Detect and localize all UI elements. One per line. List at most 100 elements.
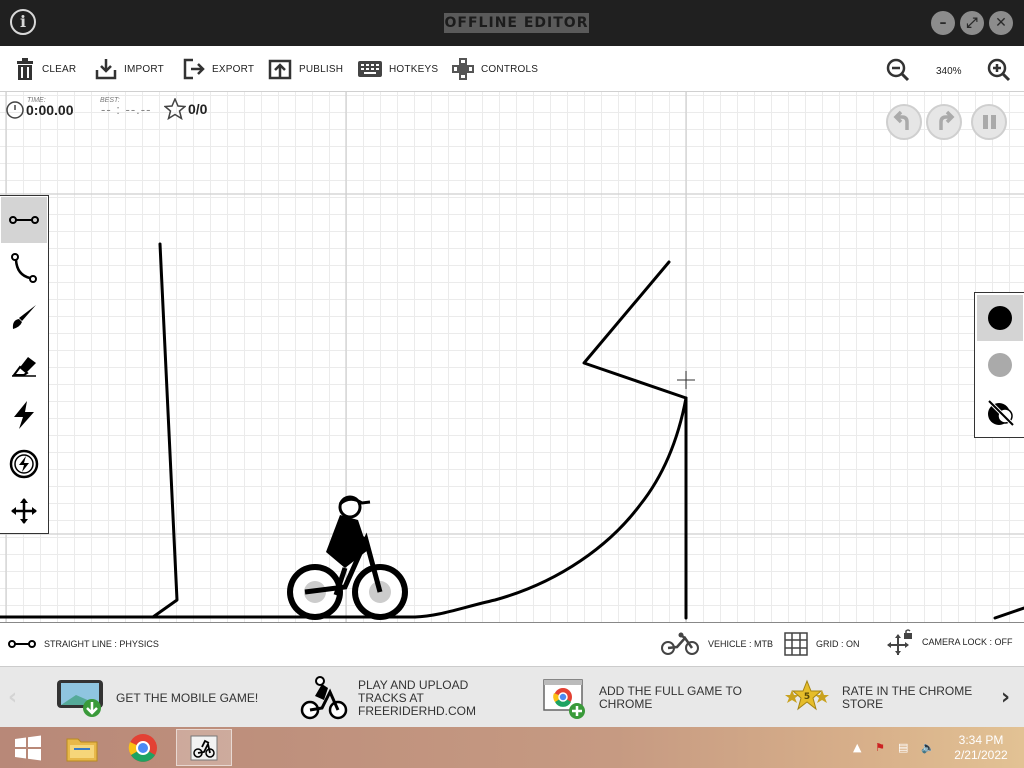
file-explorer-button[interactable] — [54, 729, 110, 766]
title-bar: i OFFLINE EDITOR – ⤢ ✕ — [0, 0, 1024, 46]
vehicle-label: VEHICLE : MTB — [708, 639, 774, 649]
promo-prev-icon[interactable]: ‹ — [8, 685, 17, 710]
toggle-lines-icon — [987, 399, 1014, 426]
zoom-out-icon[interactable] — [886, 58, 910, 82]
network-icon[interactable]: ▤ — [898, 741, 908, 754]
import-icon — [95, 59, 117, 80]
track-canvas[interactable] — [0, 92, 1024, 622]
star-icon — [164, 98, 186, 120]
chrome-icon — [543, 679, 585, 719]
promo-freerider[interactable]: PLAY AND UPLOAD TRACKS AT FREERIDERHD.CO… — [300, 675, 508, 721]
maximize-button[interactable]: ⤢ — [960, 11, 984, 35]
crosshair-cursor — [677, 371, 695, 389]
promo-next-icon[interactable]: › — [1001, 685, 1010, 710]
export-label: EXPORT — [212, 63, 255, 75]
move-tool[interactable] — [1, 488, 47, 534]
close-icon: ✕ — [995, 15, 1007, 31]
export-button[interactable]: EXPORT — [183, 57, 254, 81]
controls-label: CONTROLS — [481, 63, 539, 75]
stopwatch-icon — [6, 101, 24, 119]
curve-tool[interactable] — [1, 245, 47, 291]
best-value: -- : --.-- — [101, 102, 152, 117]
hotkeys-label: HOTKEYS — [389, 63, 439, 75]
zoom-level: 340% — [936, 66, 962, 77]
powerup-icon — [14, 401, 34, 429]
grid-button[interactable]: GRID : ON — [784, 632, 860, 656]
rating-badge: 5 — [804, 692, 810, 702]
start-button[interactable] — [0, 729, 56, 766]
physics-line-icon — [988, 306, 1012, 330]
zoom-in-icon[interactable] — [987, 58, 1011, 82]
system-clock[interactable]: 3:34 PM 2/21/2022 — [948, 733, 1014, 763]
taskbar — [0, 727, 1024, 768]
straight-line-tool[interactable] — [1, 197, 47, 243]
publish-icon — [268, 59, 292, 80]
brush-tool[interactable] — [1, 294, 47, 340]
volume-muted-icon[interactable]: 🔈 — [921, 741, 935, 754]
promo-rate-text: RATE IN THE CHROME STORE — [842, 684, 973, 711]
undo-icon — [893, 110, 909, 130]
physics-lines — [0, 242, 1024, 620]
rating-stars-icon: 5 — [785, 679, 829, 711]
chrome-icon — [128, 733, 157, 762]
track-drawing — [0, 92, 1024, 622]
tray-expand-icon[interactable]: ▲ — [853, 741, 861, 754]
publish-label: PUBLISH — [299, 63, 344, 75]
import-button[interactable]: IMPORT — [95, 57, 164, 81]
promo-mobile[interactable]: GET THE MOBILE GAME! — [56, 675, 266, 721]
export-icon — [183, 58, 205, 80]
scenery-line-button[interactable] — [977, 342, 1023, 388]
promo-mobile-text: GET THE MOBILE GAME! — [116, 690, 259, 705]
promo-bar: ‹ GET THE MOBILE GAME! PLAY AND UPLOAD T… — [0, 667, 1024, 727]
promo-chrome[interactable]: ADD THE FULL GAME TO CHROME — [543, 675, 749, 721]
undo-button[interactable] — [886, 104, 922, 140]
camera-lock-button[interactable]: CAMERA LOCK : OFF — [886, 629, 1013, 655]
pause-button[interactable] — [971, 104, 1007, 140]
toggle-lines-button[interactable] — [977, 389, 1023, 435]
keyboard-icon — [358, 61, 382, 77]
vehicle-button[interactable]: VEHICLE : MTB — [660, 632, 773, 656]
clock-date: 2/21/2022 — [954, 748, 1008, 762]
camera-lock-label: CAMERA LOCK : OFF — [922, 637, 1013, 647]
action-center-icon[interactable]: ⚑ — [875, 741, 885, 754]
promo-rate[interactable]: 5 RATE IN THE CHROME STORE — [782, 675, 992, 721]
minimize-icon: – — [939, 15, 947, 31]
stars-count: 0/0 — [188, 101, 208, 117]
redo-button[interactable] — [926, 104, 962, 140]
clear-button[interactable]: CLEAR — [15, 57, 76, 81]
import-label: IMPORT — [124, 63, 164, 75]
rider-icon — [287, 495, 408, 620]
minimize-button[interactable]: – — [931, 11, 955, 35]
move-icon — [11, 498, 37, 524]
eraser-icon — [12, 357, 36, 377]
game-taskbar-button[interactable] — [176, 729, 232, 766]
promo-chrome-text: ADD THE FULL GAME TO CHROME — [599, 684, 742, 711]
close-button[interactable]: ✕ — [989, 11, 1013, 35]
brush-icon — [12, 305, 36, 329]
publish-button[interactable]: PUBLISH — [268, 57, 343, 81]
straight-line-icon — [9, 216, 39, 224]
curve-icon — [11, 253, 37, 283]
powerup-tool[interactable] — [1, 392, 47, 438]
grid-label: GRID : ON — [816, 639, 860, 649]
info-icon[interactable]: i — [10, 9, 36, 35]
eraser-tool[interactable] — [1, 343, 47, 389]
chrome-taskbar-button[interactable] — [115, 729, 171, 766]
app-title: OFFLINE EDITOR — [444, 13, 589, 33]
straight-line-icon — [8, 640, 36, 648]
mobile-game-icon — [57, 680, 103, 717]
powerup-circle-tool[interactable] — [1, 441, 47, 487]
major-grid — [0, 92, 1024, 622]
physics-line-button[interactable] — [977, 295, 1023, 341]
scenery-line-icon — [988, 353, 1012, 377]
controls-button[interactable]: CONTROLS — [452, 57, 538, 81]
app-window: i OFFLINE EDITOR – ⤢ ✕ CLEAR IMPORT EXPO… — [0, 0, 1024, 768]
hotkeys-button[interactable]: HOTKEYS — [358, 57, 438, 81]
powerup-circle-icon — [9, 449, 39, 479]
folder-icon — [66, 738, 98, 761]
clock-time: 3:34 PM — [958, 733, 1004, 747]
dpad-icon — [452, 58, 474, 80]
pause-icon — [983, 115, 996, 129]
trash-icon — [17, 58, 33, 80]
tool-panel — [0, 195, 49, 534]
